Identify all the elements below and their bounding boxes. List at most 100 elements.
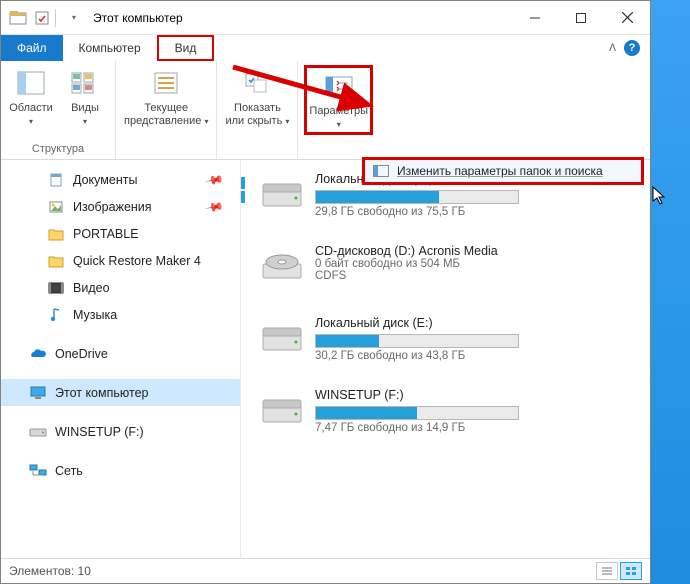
- show-hide-label: Показать или скрыть: [225, 102, 282, 127]
- onedrive-icon: [29, 345, 47, 363]
- nav-music[interactable]: Музыка: [1, 301, 240, 328]
- drive-f-sub: 7,47 ГБ свободно из 14,9 ГБ: [315, 422, 644, 434]
- nav-qrm-label: Quick Restore Maker 4: [73, 254, 201, 268]
- drive-e-bar: [315, 334, 519, 348]
- content-pane[interactable]: Локальный диск (C:) 29,8 ГБ свободно из …: [241, 160, 650, 558]
- navigation-pane[interactable]: Документы 📌 Изображения 📌 PORTABLE Quick…: [1, 160, 241, 558]
- ribbon-group-options: Параметры ▾: [298, 61, 379, 159]
- drive-f[interactable]: WINSETUP (F:) 7,47 ГБ свободно из 14,9 Г…: [259, 388, 644, 442]
- tab-view[interactable]: Вид: [157, 35, 215, 61]
- ribbon-group-show-hide: Показать или скрыть ▾: [217, 61, 298, 159]
- views-icon: [69, 67, 101, 99]
- nav-pictures[interactable]: Изображения 📌: [1, 193, 240, 220]
- windows-logo-icon: [241, 174, 249, 206]
- panes-button[interactable]: Области ▾: [7, 65, 55, 129]
- desktop-background: [651, 0, 690, 584]
- explorer-body: Документы 📌 Изображения 📌 PORTABLE Quick…: [1, 160, 650, 558]
- help-icon[interactable]: ?: [624, 40, 640, 56]
- nav-this-pc[interactable]: Этот компьютер: [1, 379, 240, 406]
- properties-icon[interactable]: [31, 7, 53, 29]
- nav-videos[interactable]: Видео: [1, 274, 240, 301]
- drive-d-sub: 0 байт свободно из 504 МБ: [315, 258, 644, 270]
- folder-options-icon: [373, 165, 389, 177]
- nav-network[interactable]: Сеть: [1, 457, 240, 484]
- tab-file[interactable]: Файл: [1, 35, 63, 61]
- minimize-ribbon-button[interactable]: ᐱ: [609, 43, 616, 54]
- show-hide-button[interactable]: Показать или скрыть ▾: [223, 65, 291, 129]
- nav-qrm[interactable]: Quick Restore Maker 4: [1, 247, 240, 274]
- drive-d-name: CD-дисковод (D:) Acronis Media: [315, 244, 644, 258]
- chevron-down-icon: ▾: [83, 117, 87, 126]
- folder-icon: [47, 225, 65, 243]
- group-label-layout: Структура: [32, 141, 84, 157]
- minimize-button[interactable]: [512, 3, 558, 33]
- current-view-label: Текущее представление: [124, 102, 201, 127]
- drive-c-bar: [315, 190, 519, 204]
- nav-pictures-label: Изображения: [73, 200, 152, 214]
- quick-access-toolbar: ▾: [1, 7, 85, 29]
- drive-d[interactable]: CD-дисковод (D:) Acronis Media 0 байт св…: [259, 244, 644, 298]
- nav-this-pc-label: Этот компьютер: [55, 386, 148, 400]
- show-hide-icon: [241, 67, 273, 99]
- ribbon-view: Области ▾ Виды ▾ Структура Текущее предста…: [1, 61, 650, 160]
- views-label: Виды: [71, 102, 99, 114]
- current-view-button[interactable]: Текущее представление ▾: [122, 65, 210, 129]
- details-view-button[interactable]: [596, 562, 618, 580]
- nav-winsetup[interactable]: WINSETUP (F:): [1, 418, 240, 445]
- current-view-icon: [150, 67, 182, 99]
- chevron-down-icon: ▾: [337, 120, 341, 129]
- nav-onedrive-label: OneDrive: [55, 347, 108, 361]
- drive-e[interactable]: Локальный диск (E:) 30,2 ГБ свободно из …: [259, 316, 644, 370]
- drive-f-bar: [315, 406, 519, 420]
- nav-documents[interactable]: Документы 📌: [1, 166, 240, 193]
- status-count-label: Элементов:: [9, 564, 74, 578]
- explorer-icon: [7, 7, 29, 29]
- drive-icon: [29, 423, 47, 441]
- icons-view-button[interactable]: [620, 562, 642, 580]
- window-title: Этот компьютер: [93, 11, 183, 25]
- nav-portable[interactable]: PORTABLE: [1, 220, 240, 247]
- maximize-button[interactable]: [558, 3, 604, 33]
- options-button[interactable]: Параметры ▾: [304, 65, 373, 135]
- title-bar: ▾ Этот компьютер: [1, 1, 650, 35]
- documents-icon: [47, 171, 65, 189]
- nav-portable-label: PORTABLE: [73, 227, 139, 241]
- nav-network-label: Сеть: [55, 464, 83, 478]
- status-bar: Элементов: 10: [1, 558, 650, 583]
- hdd-icon: [259, 392, 305, 434]
- nav-documents-label: Документы: [73, 173, 137, 187]
- chevron-down-icon: ▾: [29, 117, 33, 126]
- nav-music-label: Музыка: [73, 308, 117, 322]
- ribbon-group-panes: Области ▾ Виды ▾ Структура: [1, 61, 116, 159]
- nav-videos-label: Видео: [73, 281, 110, 295]
- videos-icon: [47, 279, 65, 297]
- this-pc-icon: [29, 384, 47, 402]
- drive-c-sub: 29,8 ГБ свободно из 75,5 ГБ: [315, 206, 644, 218]
- hdd-icon: [259, 320, 305, 362]
- options-icon: [323, 70, 355, 102]
- folder-icon: [47, 252, 65, 270]
- close-button[interactable]: [604, 3, 650, 33]
- chevron-down-icon: ▾: [204, 117, 208, 126]
- qat-dropdown[interactable]: ▾: [63, 7, 85, 29]
- panes-icon: [15, 67, 47, 99]
- views-button[interactable]: Виды ▾: [61, 65, 109, 129]
- pin-icon: 📌: [204, 169, 224, 189]
- panes-label: Области: [9, 102, 53, 114]
- drive-e-name: Локальный диск (E:): [315, 316, 644, 330]
- ribbon-tabs: Файл Компьютер Вид ᐱ ?: [1, 35, 650, 61]
- dvd-icon: [259, 248, 305, 290]
- chevron-down-icon: ▾: [285, 117, 289, 126]
- tab-computer[interactable]: Компьютер: [63, 35, 157, 61]
- qat-separator: [55, 9, 61, 27]
- drive-d-fs: CDFS: [315, 270, 644, 282]
- pin-icon: 📌: [204, 196, 224, 216]
- drive-e-sub: 30,2 ГБ свободно из 43,8 ГБ: [315, 350, 644, 362]
- nav-onedrive[interactable]: OneDrive: [1, 340, 240, 367]
- options-label: Параметры: [309, 105, 368, 117]
- window-controls: [512, 3, 650, 33]
- nav-winsetup-label: WINSETUP (F:): [55, 425, 144, 439]
- options-flyout-item[interactable]: Изменить параметры папок и поиска: [362, 157, 644, 185]
- music-icon: [47, 306, 65, 324]
- network-icon: [29, 462, 47, 480]
